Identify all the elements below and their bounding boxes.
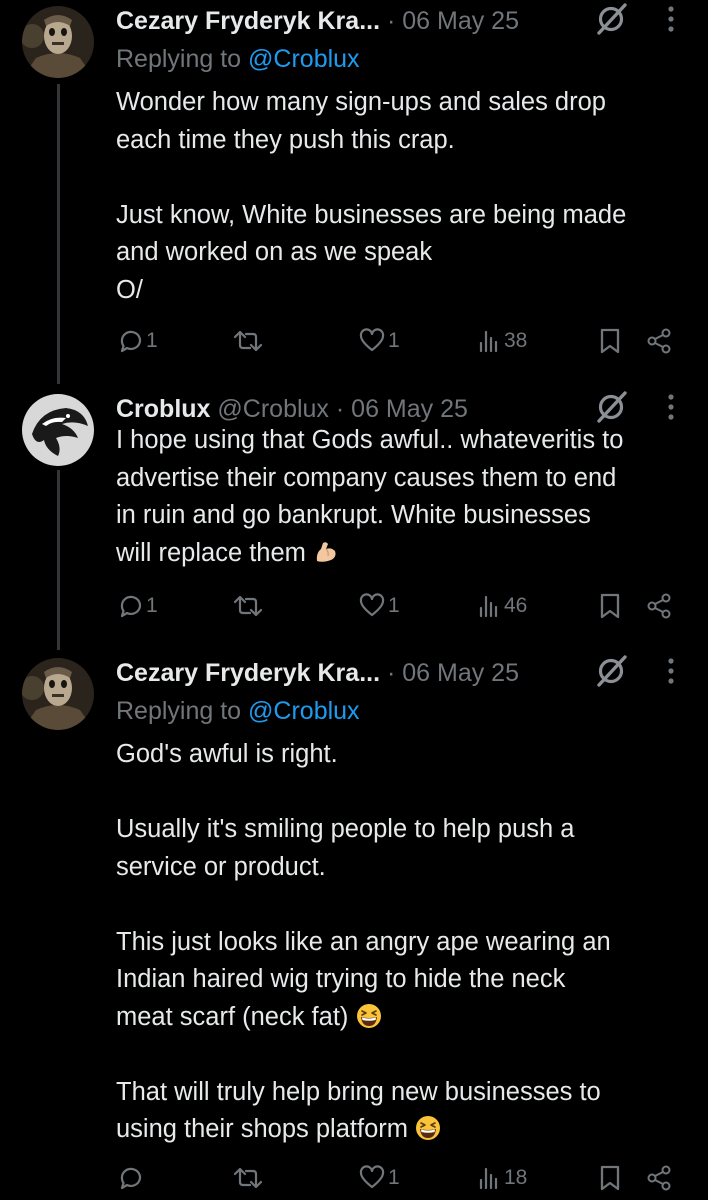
repost-icon <box>233 1167 263 1189</box>
replying-to-handle[interactable]: @Croblux <box>248 45 360 73</box>
masked-figure-avatar-icon <box>22 6 94 78</box>
grinning-squinting-face-emoji-icon <box>356 1003 382 1029</box>
views-button[interactable]: 46 <box>476 586 527 626</box>
tweet[interactable]: Croblux @Croblux · 06 May 25 I hope usin… <box>0 388 708 643</box>
reply-count: 1 <box>146 329 158 352</box>
like-count: 1 <box>388 1166 400 1189</box>
reply-button[interactable] <box>118 1158 146 1198</box>
bookmark-icon <box>600 328 620 354</box>
grinning-squinting-face-emoji-icon <box>415 1115 441 1141</box>
repost-button[interactable] <box>232 1158 266 1198</box>
views-button[interactable]: 18 <box>476 1158 527 1198</box>
views-icon <box>479 330 498 353</box>
tweet[interactable]: Cezary Fryderyk Kra... · 06 May 25 Reply… <box>0 652 708 1200</box>
more-options-icon[interactable] <box>665 392 677 422</box>
share-icon <box>647 328 671 354</box>
masked-figure-avatar-icon <box>22 658 94 730</box>
reply-icon <box>120 330 142 353</box>
tweet-date[interactable]: · 06 May 25 <box>336 395 468 423</box>
view-count: 46 <box>504 594 528 617</box>
like-count: 1 <box>388 594 400 617</box>
like-button[interactable]: 1 <box>358 321 400 361</box>
share-button[interactable] <box>646 586 672 626</box>
bookmark-button[interactable] <box>597 321 623 361</box>
reply-button[interactable]: 1 <box>118 586 158 626</box>
replying-to: Replying to @Croblux <box>116 42 360 76</box>
views-icon <box>479 1167 498 1190</box>
tweet-text: I hope using that Gods awful.. whateveri… <box>116 422 684 572</box>
avatar[interactable] <box>22 6 94 78</box>
avatar[interactable] <box>22 394 94 466</box>
action-bar: 1 1 38 <box>0 321 708 361</box>
view-count: 18 <box>504 1166 528 1189</box>
croblux-logo-avatar-icon <box>22 394 94 466</box>
heart-icon <box>359 593 385 617</box>
author-name[interactable]: Croblux <box>116 395 210 423</box>
views-button[interactable]: 38 <box>476 321 527 361</box>
flexed-biceps-emoji-icon <box>313 539 339 565</box>
repost-icon <box>233 330 263 352</box>
author-name[interactable]: Cezary Fryderyk Kra... <box>116 659 380 687</box>
like-count: 1 <box>388 329 400 352</box>
repost-icon <box>233 595 263 617</box>
heart-icon <box>359 1165 385 1189</box>
replying-to-prefix: Replying to <box>116 45 242 73</box>
tweet-date[interactable]: · 06 May 25 <box>387 659 519 687</box>
more-options-icon[interactable] <box>665 4 677 34</box>
repost-button[interactable] <box>232 586 266 626</box>
grok-icon[interactable] <box>594 654 628 688</box>
action-bar: 1 1 46 <box>0 586 708 626</box>
author-name[interactable]: Cezary Fryderyk Kra... <box>116 7 380 35</box>
views-icon <box>479 595 498 618</box>
tweet-text: God's awful is right. Usually it's smili… <box>116 736 684 1149</box>
bookmark-button[interactable] <box>597 1158 623 1198</box>
replying-to: Replying to @Croblux <box>116 694 360 728</box>
replying-to-handle[interactable]: @Croblux <box>248 697 360 725</box>
more-options-icon[interactable] <box>665 656 677 686</box>
heart-icon <box>359 328 385 352</box>
grok-icon[interactable] <box>594 390 628 424</box>
avatar[interactable] <box>22 658 94 730</box>
bookmark-icon <box>600 1165 620 1191</box>
reply-button[interactable]: 1 <box>118 321 158 361</box>
tweet[interactable]: Cezary Fryderyk Kra... · 06 May 25 Reply… <box>0 0 708 375</box>
share-button[interactable] <box>646 321 672 361</box>
share-button[interactable] <box>646 1158 672 1198</box>
reply-icon <box>120 595 142 618</box>
replying-to-prefix: Replying to <box>116 697 242 725</box>
tweet-date[interactable]: · 06 May 25 <box>387 7 519 35</box>
share-icon <box>647 593 671 619</box>
grok-icon[interactable] <box>594 2 628 36</box>
like-button[interactable]: 1 <box>358 586 400 626</box>
share-icon <box>647 1165 671 1191</box>
action-bar: 1 18 <box>0 1158 708 1198</box>
like-button[interactable]: 1 <box>358 1158 400 1198</box>
view-count: 38 <box>504 329 528 352</box>
bookmark-icon <box>600 593 620 619</box>
reply-icon <box>120 1167 142 1190</box>
tweet-text-part-1: God's awful is right. Usually it's smili… <box>116 740 611 1031</box>
tweet-text-content: I hope using that Gods awful.. whateveri… <box>116 426 624 567</box>
tweet-text-part-2: That will truly help bring new businesse… <box>116 1077 601 1144</box>
reply-count: 1 <box>146 594 158 617</box>
author-handle[interactable]: @Croblux <box>217 395 329 423</box>
repost-button[interactable] <box>232 321 266 361</box>
tweet-text: Wonder how many sign-ups and sales drop … <box>116 88 627 304</box>
bookmark-button[interactable] <box>597 586 623 626</box>
